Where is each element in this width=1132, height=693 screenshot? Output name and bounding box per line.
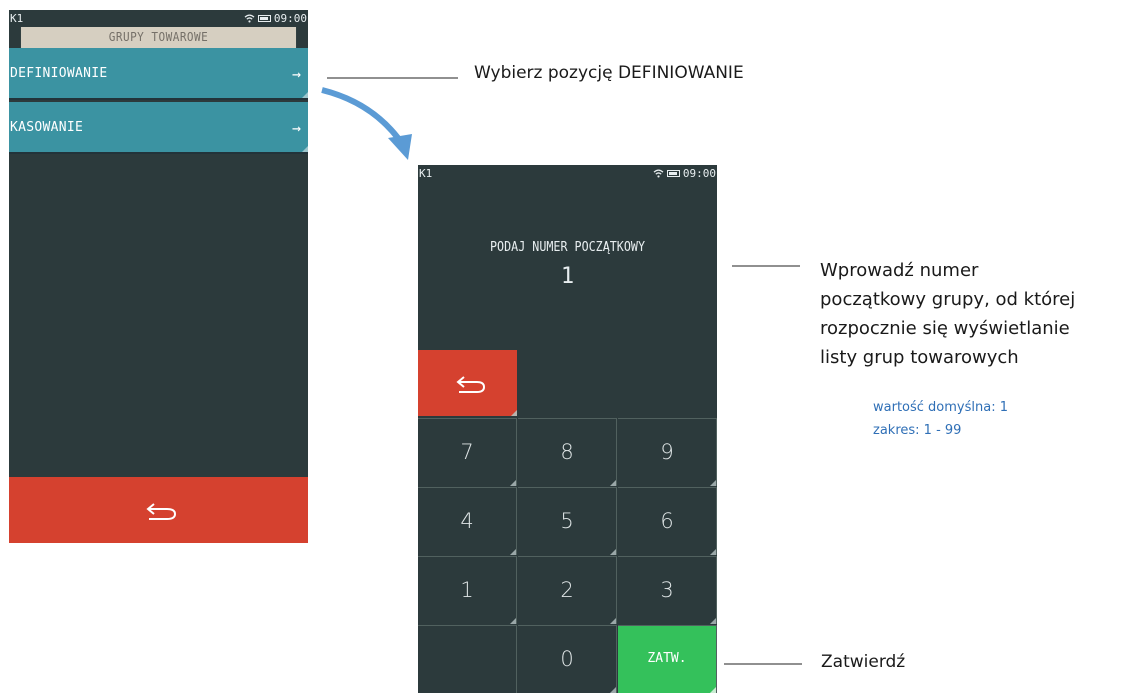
key-4[interactable]: 4 [418, 487, 517, 555]
annotation-enter-number: Wprowadź numer początkowy grupy, od któr… [820, 256, 1130, 372]
arrow-right-icon: → [291, 119, 301, 137]
status-bar: K1 09:00 [418, 165, 717, 182]
cashier-label: K1 [10, 12, 24, 25]
battery-icon [666, 170, 680, 177]
key-1[interactable]: 1 [418, 556, 517, 624]
arrow-right-icon: → [291, 65, 301, 83]
menu-item-label: DEFINIOWANIE [10, 66, 108, 81]
menu-item-label: KASOWANIE [10, 120, 84, 135]
key-8[interactable]: 8 [518, 418, 617, 486]
key-5[interactable]: 5 [518, 487, 617, 555]
key-blank [418, 625, 517, 693]
key-2[interactable]: 2 [518, 556, 617, 624]
flow-arrow-head [388, 134, 412, 160]
key-3[interactable]: 3 [618, 556, 717, 624]
default-value-note: wartość domyślna: 1 [873, 400, 1008, 415]
screen-start-number: K1 09:00 PODAJ NUMER POCZĄTKOWY 1 7 8 9 … [418, 165, 717, 693]
annotation-line: Wprowadź numer [820, 260, 979, 281]
confirm-button[interactable]: ZATW. [618, 625, 717, 693]
key-0[interactable]: 0 [518, 625, 617, 693]
clock: 09:00 [273, 12, 307, 25]
cashier-label: K1 [419, 167, 433, 180]
menu-item-kasowanie[interactable]: KASOWANIE → [9, 102, 308, 154]
clock: 09:00 [682, 167, 716, 180]
key-6[interactable]: 6 [618, 487, 717, 555]
status-bar: K1 09:00 [9, 10, 308, 27]
screen-group-menu: K1 09:00 GRUPY TOWAROWE DEFINIOWANIE → K… [9, 10, 308, 543]
annotation-line: początkowy grupy, od której [820, 289, 1076, 310]
number-display: 1 [560, 264, 575, 289]
key-7[interactable]: 7 [418, 418, 517, 486]
wifi-icon [653, 169, 664, 178]
prompt-label: PODAJ NUMER POCZĄTKOWY [490, 240, 645, 255]
range-note: zakres: 1 - 99 [873, 423, 962, 438]
annotation-notes: wartość domyślna: 1 zakres: 1 - 99 [873, 396, 1008, 442]
annotation-line: rozpocznie się wyświetlanie [820, 318, 1070, 339]
flow-arrow [321, 87, 401, 140]
screen-title: GRUPY TOWAROWE [20, 27, 297, 48]
menu-item-definiowanie[interactable]: DEFINIOWANIE → [9, 48, 308, 100]
annotation-confirm: Zatwierdź [821, 652, 906, 672]
key-9[interactable]: 9 [618, 418, 717, 486]
back-button[interactable] [9, 477, 308, 543]
battery-icon [257, 15, 271, 22]
back-arrow-icon [146, 503, 177, 520]
back-arrow-icon [456, 376, 486, 393]
annotation-select: Wybierz pozycję DEFINIOWANIE [474, 63, 744, 83]
back-button[interactable] [418, 350, 517, 416]
wifi-icon [244, 14, 255, 23]
annotation-line: listy grup towarowych [820, 347, 1019, 368]
